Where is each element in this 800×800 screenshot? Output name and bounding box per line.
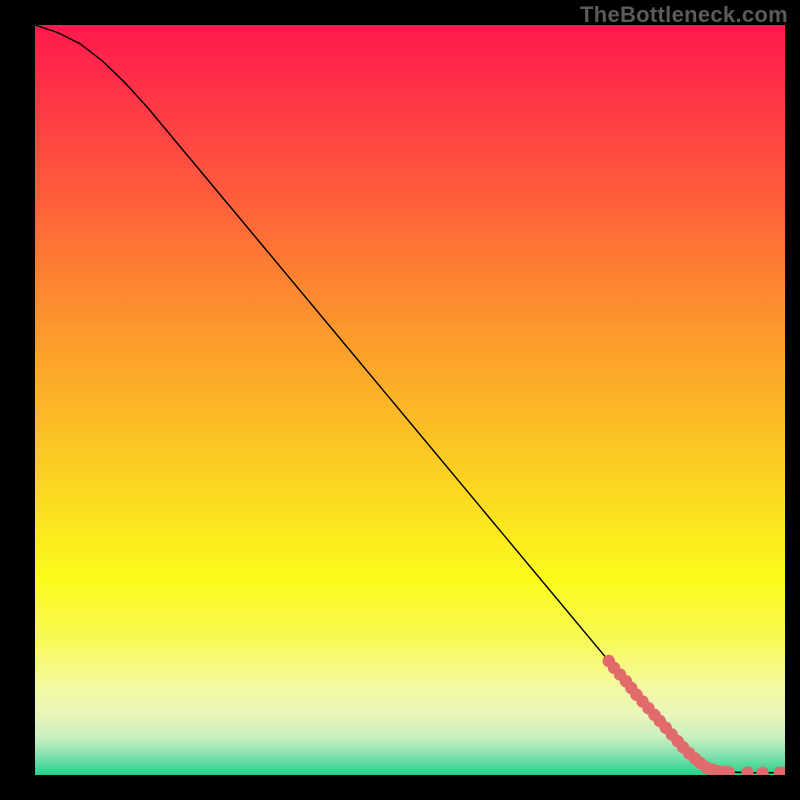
data-point — [741, 766, 753, 775]
data-point — [756, 767, 768, 775]
chart-plot-area — [35, 25, 785, 775]
highlight-points — [603, 655, 785, 775]
chart-svg — [35, 25, 785, 775]
main-curve — [35, 25, 785, 773]
